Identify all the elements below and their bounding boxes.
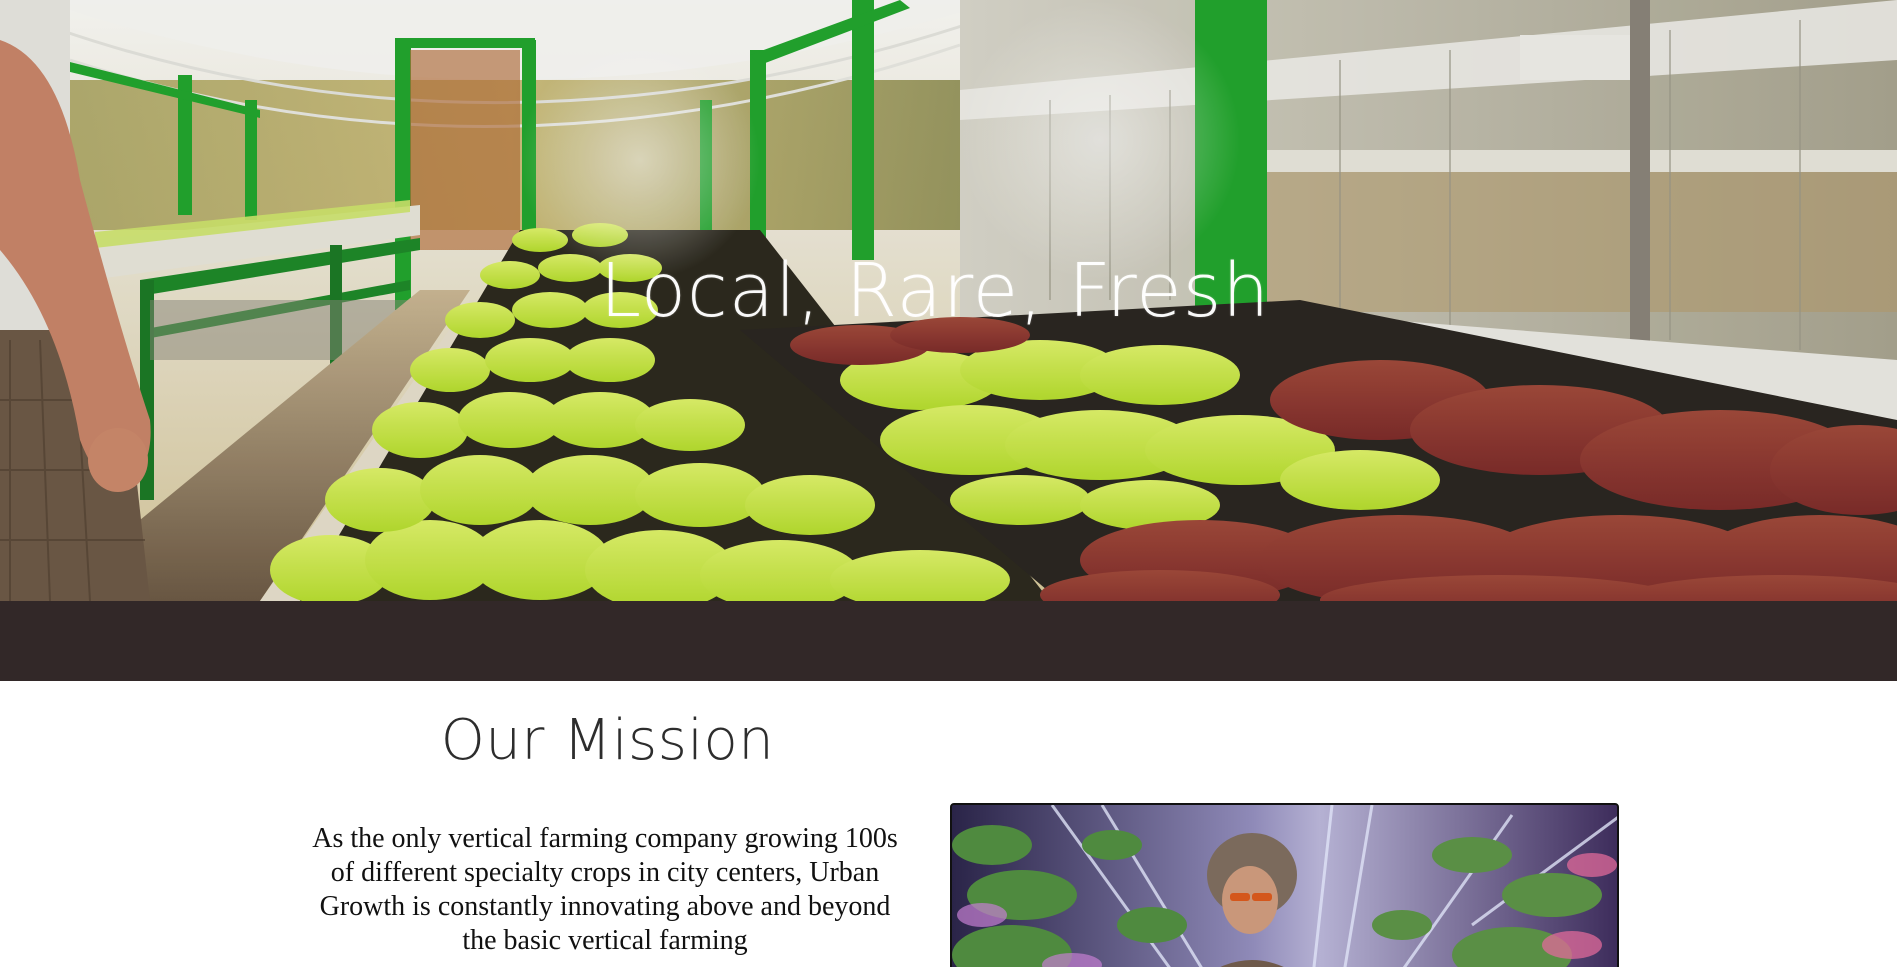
hero-banner: Local, Rare, Fresh xyxy=(0,0,1897,601)
mission-heading: Our Mission xyxy=(440,708,775,773)
section-divider-band xyxy=(0,601,1897,681)
mission-body-text: As the only vertical farming company gro… xyxy=(312,823,898,956)
hero-title: Local, Rare, Fresh xyxy=(599,248,1271,334)
vertical-farm-photo xyxy=(950,803,1619,967)
vertical-farm-image xyxy=(952,805,1617,967)
